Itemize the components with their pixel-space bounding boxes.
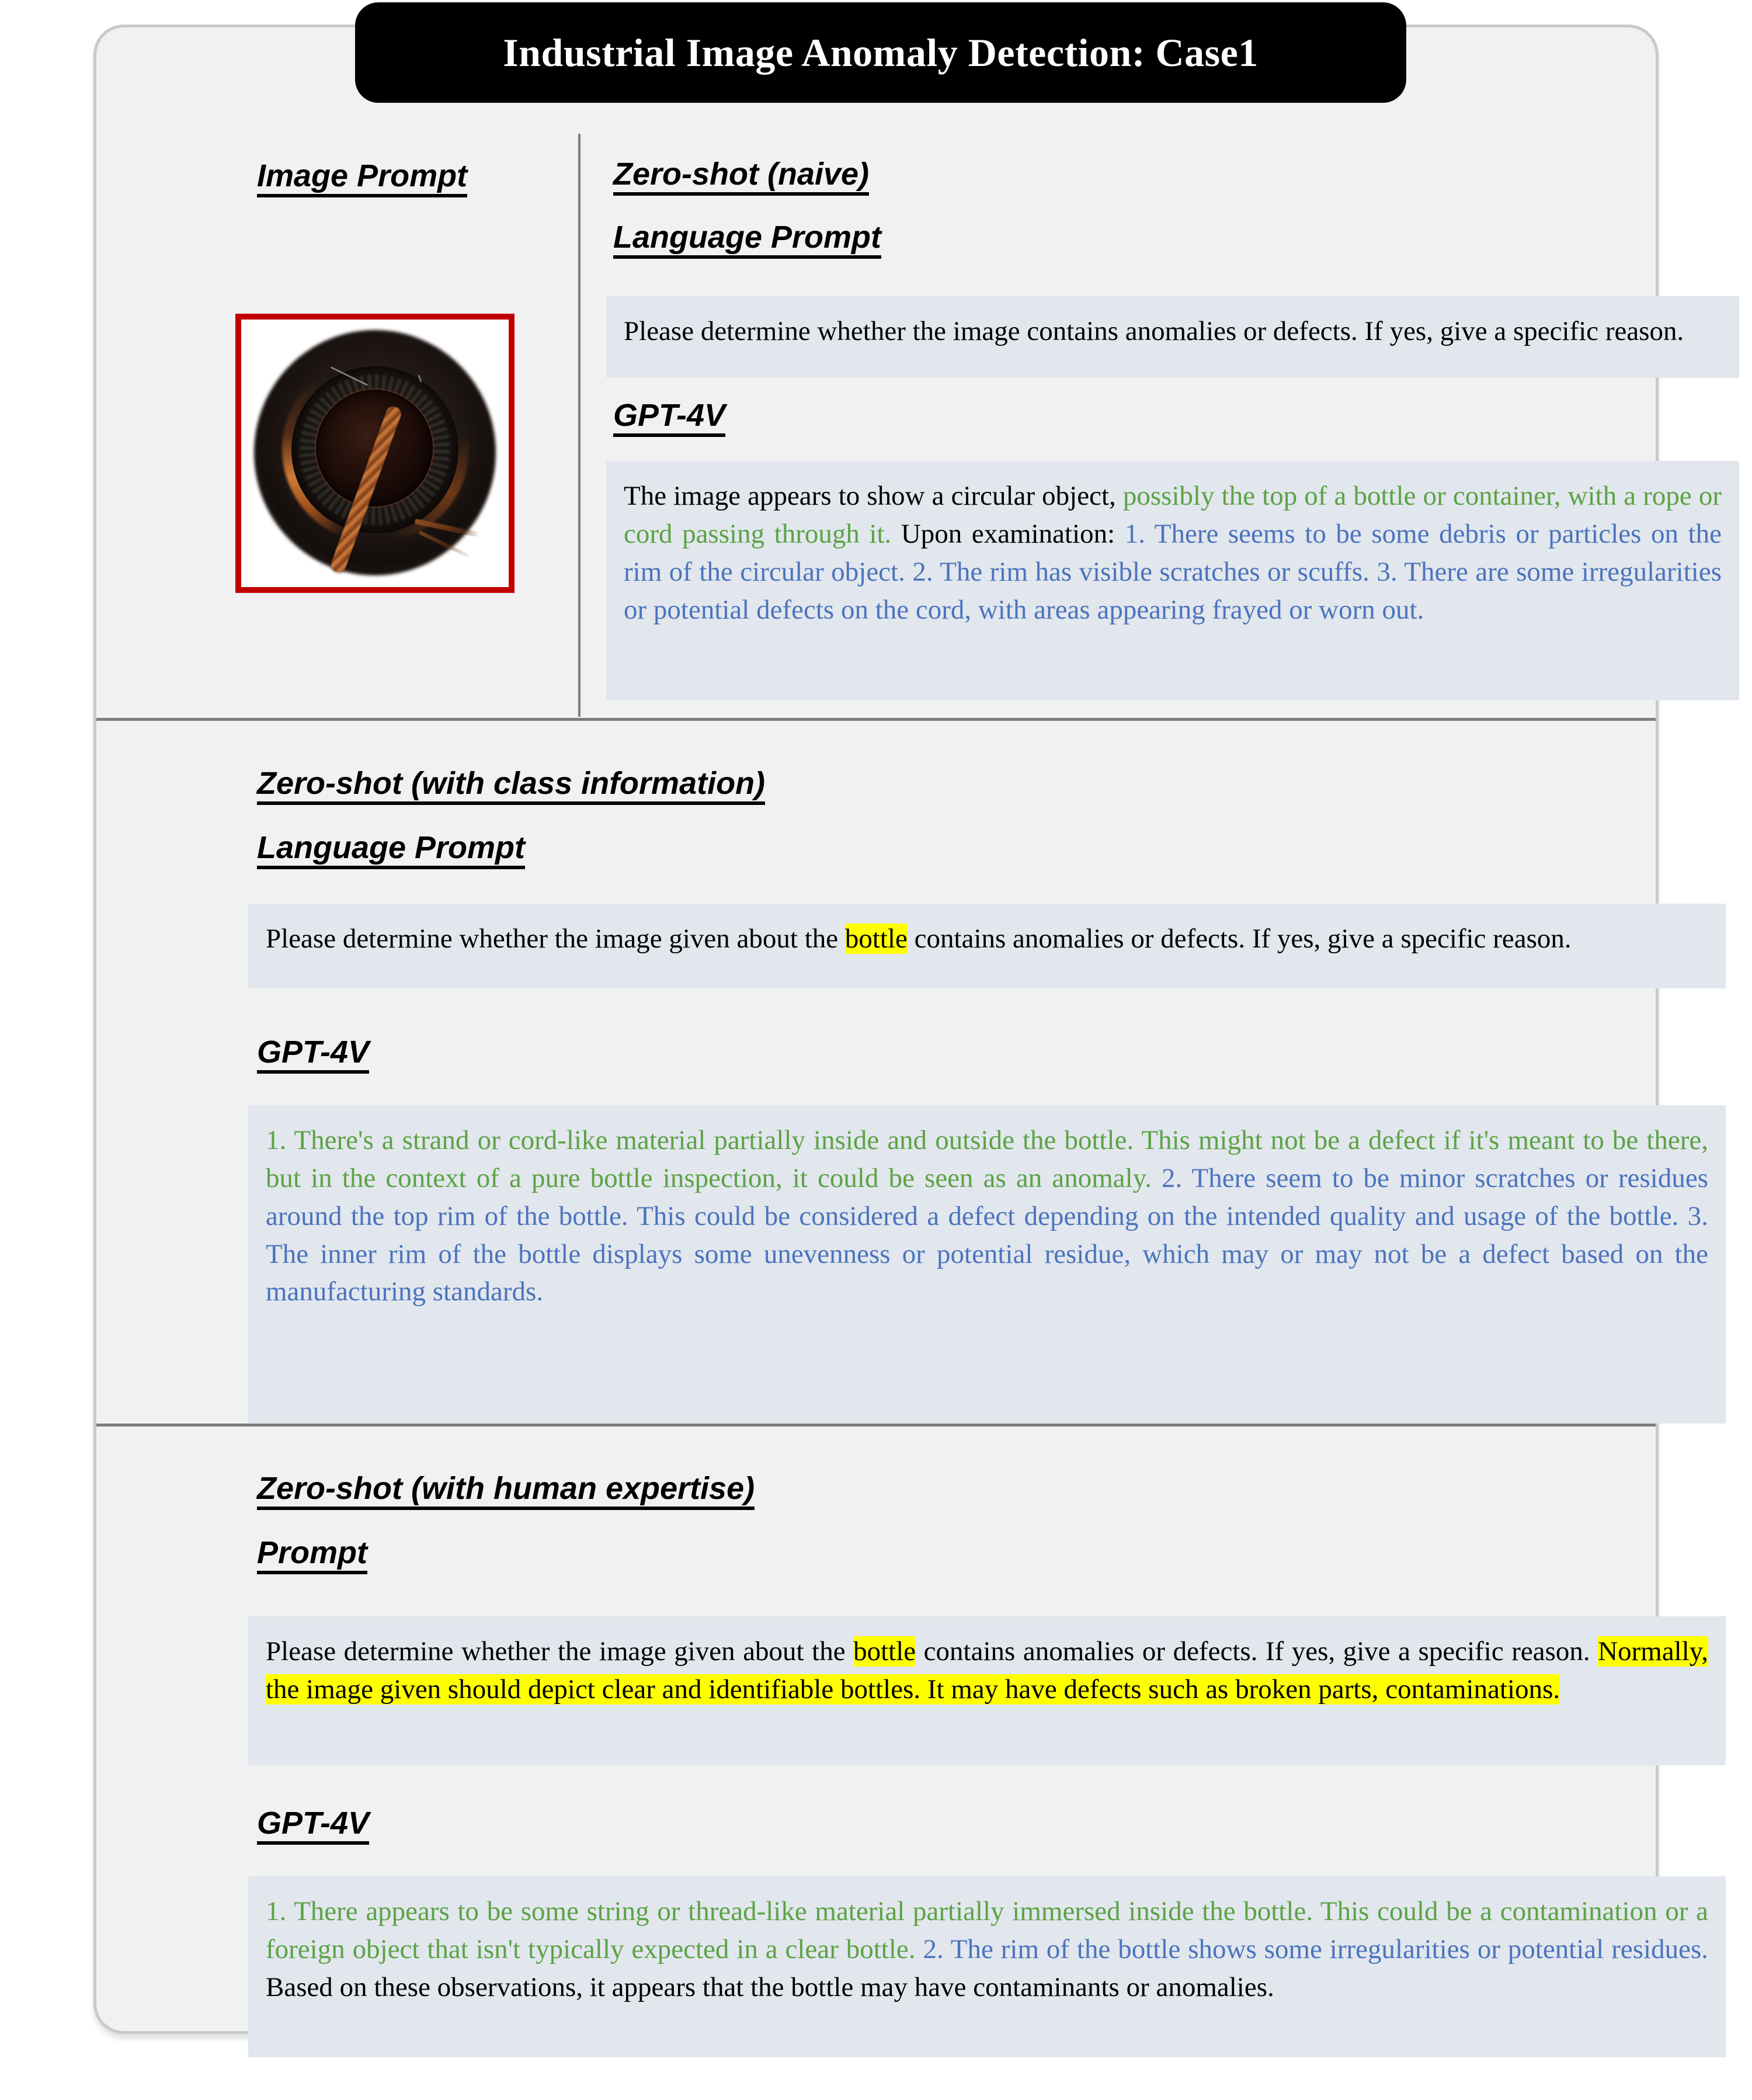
- expertise-prompt-heading: Prompt: [257, 1536, 367, 1575]
- expertise-prompt-heading-wrap: Prompt: [257, 1536, 367, 1575]
- classinfo-language-prompt-heading: Language Prompt: [257, 831, 526, 870]
- classinfo-prompt-highlight: bottle: [844, 924, 908, 954]
- naive-response-part1: The image appears to show a circular obj…: [624, 481, 1116, 511]
- bottle-top-image: [241, 320, 509, 587]
- classinfo-prompt-part1: Please determine whether the image given…: [266, 924, 845, 954]
- expertise-model-heading: GPT-4V: [257, 1806, 370, 1845]
- naive-response-text: The image appears to show a circular obj…: [624, 477, 1722, 629]
- naive-language-prompt-heading-wrap: Language Prompt: [613, 220, 882, 259]
- section-divider-1: [96, 718, 1656, 721]
- image-prompt-column: Image Prompt: [193, 127, 578, 717]
- expertise-prompt-highlight-1: bottle: [853, 1636, 916, 1667]
- page-root: Image Prompt Zero-shot (naive) Language …: [0, 0, 1752, 2100]
- naive-setting-heading: Zero-shot (naive): [613, 157, 870, 196]
- expertise-prompt-part1: Please determine whether the image given…: [266, 1636, 854, 1667]
- classinfo-response-box: 1. There's a strand or cord-like materia…: [248, 1105, 1726, 1424]
- expertise-response-part3: Based on these observations, it appears …: [266, 1971, 1274, 2002]
- expertise-response-text: 1. There appears to be some string or th…: [266, 1893, 1708, 2007]
- expertise-response-box: 1. There appears to be some string or th…: [248, 1876, 1726, 2057]
- section1-vertical-divider: [578, 134, 580, 717]
- classinfo-response-text: 1. There's a strand or cord-like materia…: [266, 1122, 1708, 1311]
- expertise-response-part2-blue: 2. The rim of the bottle shows some irre…: [915, 1934, 1709, 1964]
- image-prompt-frame: [235, 314, 515, 593]
- classinfo-setting-heading: Zero-shot (with class information): [257, 766, 766, 806]
- expertise-prompt-part2: contains anomalies or defects. If yes, g…: [916, 1636, 1598, 1667]
- naive-language-prompt-box: Please determine whether the image conta…: [606, 296, 1739, 378]
- expertise-prompt-box: Please determine whether the image given…: [248, 1616, 1726, 1765]
- case-title-pill: Industrial Image Anomaly Detection: Case…: [355, 2, 1406, 103]
- classinfo-language-prompt-heading-wrap: Language Prompt: [257, 831, 526, 870]
- case-title: Industrial Image Anomaly Detection: Case…: [503, 30, 1259, 75]
- expertise-setting-heading: Zero-shot (with human expertise): [257, 1471, 755, 1511]
- naive-language-prompt-text: Please determine whether the image conta…: [624, 316, 1684, 346]
- classinfo-model-heading: GPT-4V: [257, 1035, 370, 1074]
- naive-language-prompt-heading: Language Prompt: [613, 220, 882, 259]
- expertise-model-heading-wrap: GPT-4V: [257, 1806, 370, 1845]
- image-prompt-heading-wrap: Image Prompt: [257, 159, 468, 198]
- classinfo-prompt-part2: contains anomalies or defects. If yes, g…: [907, 924, 1572, 954]
- case-card: Image Prompt Zero-shot (naive) Language …: [93, 25, 1739, 2057]
- expertise-setting-heading-wrap: Zero-shot (with human expertise): [257, 1471, 755, 1511]
- naive-setting-heading-wrap: Zero-shot (naive): [613, 157, 870, 196]
- classinfo-setting-heading-wrap: Zero-shot (with class information): [257, 766, 766, 806]
- naive-model-heading-wrap: GPT-4V: [613, 398, 726, 438]
- section-divider-2: [96, 1424, 1656, 1426]
- naive-model-heading: GPT-4V: [613, 398, 726, 438]
- image-prompt-heading: Image Prompt: [257, 159, 468, 198]
- classinfo-prompt-text: Please determine whether the image given…: [266, 920, 1708, 958]
- classinfo-model-heading-wrap: GPT-4V: [257, 1035, 370, 1074]
- expertise-prompt-text: Please determine whether the image given…: [266, 1633, 1708, 1709]
- naive-response-box: The image appears to show a circular obj…: [606, 461, 1739, 700]
- naive-response-part3: Upon examination:: [891, 518, 1115, 549]
- classinfo-prompt-box: Please determine whether the image given…: [248, 904, 1726, 988]
